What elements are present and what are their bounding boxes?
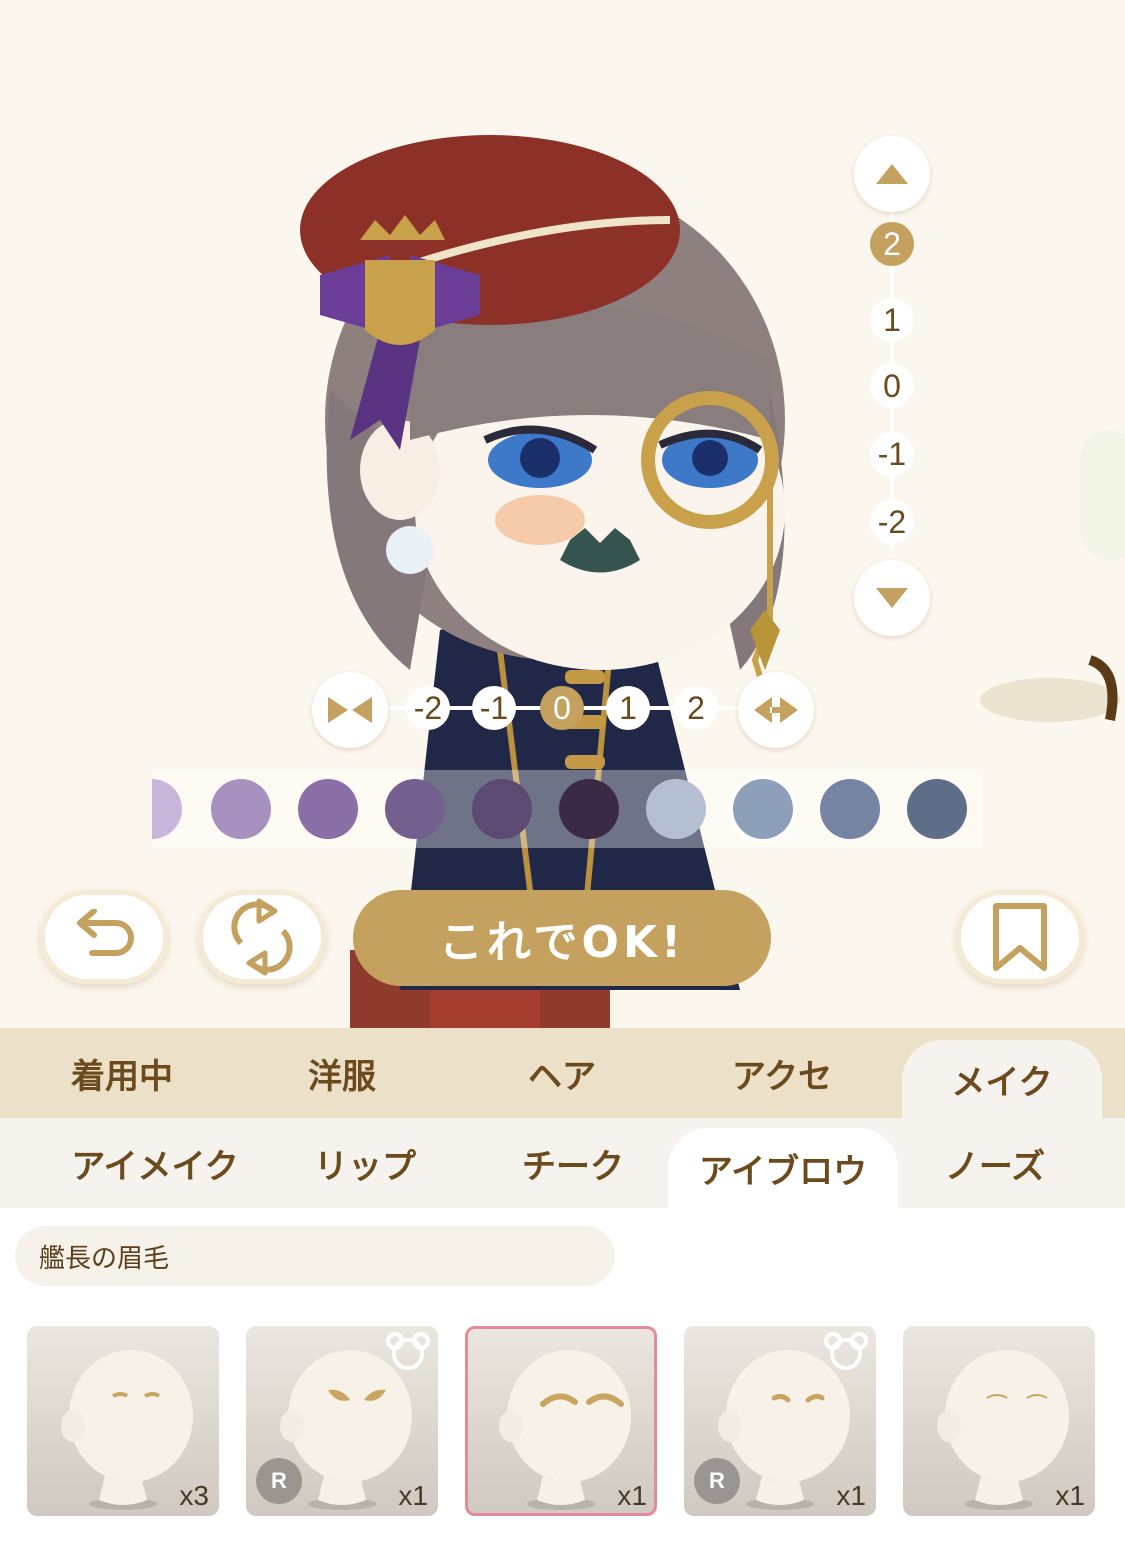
color-swatch[interactable]: [559, 779, 619, 839]
color-swatch[interactable]: [820, 779, 880, 839]
undo-icon: [77, 909, 134, 956]
vertical-tick[interactable]: 2: [870, 222, 914, 266]
subtab-eye-makeup[interactable]: アイメイク: [40, 1118, 270, 1208]
horizontal-tick[interactable]: 2: [674, 686, 718, 730]
subtab-lip[interactable]: リップ: [250, 1118, 480, 1208]
color-swatch[interactable]: [152, 779, 182, 839]
color-swatch[interactable]: [385, 779, 445, 839]
item-list-area: 艦長の眉毛 x3 Rx1 x1 Rx1 x1: [0, 1208, 1125, 1541]
background-ornament-decoration: [980, 655, 1120, 722]
reset-button[interactable]: [198, 890, 326, 984]
subtab-eyebrow[interactable]: アイブロウ: [668, 1128, 898, 1208]
tab-clothes[interactable]: 洋服: [232, 1028, 452, 1118]
horizontal-tick[interactable]: -1: [472, 686, 516, 730]
tab-accessories[interactable]: アクセ: [672, 1028, 892, 1118]
horizontal-tick[interactable]: 1: [606, 686, 650, 730]
color-swatch[interactable]: [211, 779, 271, 839]
color-swatch[interactable]: [646, 779, 706, 839]
subtab-nose[interactable]: ノーズ: [880, 1118, 1110, 1208]
tab-wearing[interactable]: 着用中: [12, 1028, 232, 1118]
eyebrow-item-card[interactable]: Rx1: [684, 1326, 876, 1516]
horizontal-tick[interactable]: 0: [540, 686, 584, 730]
item-count: x1: [836, 1480, 866, 1511]
item-count: x1: [1055, 1480, 1085, 1511]
tab-hair[interactable]: ヘア: [452, 1028, 672, 1118]
main-category-tabs: 着用中 洋服 ヘア アクセ メイク: [0, 1028, 1125, 1118]
horizontal-tick[interactable]: -2: [406, 686, 450, 730]
arrow-down-icon: [876, 588, 908, 608]
background-plant-decoration: [1080, 430, 1125, 560]
color-swatch[interactable]: [298, 779, 358, 839]
vertical-tick[interactable]: 0: [870, 364, 914, 408]
narrow-spacing-button[interactable]: [312, 672, 388, 748]
subtab-cheek[interactable]: チーク: [458, 1118, 688, 1208]
bear-ears-icon: [824, 1332, 868, 1370]
vertical-tick[interactable]: 1: [870, 298, 914, 342]
narrow-arrows-icon: [328, 697, 372, 723]
undo-button[interactable]: [40, 890, 168, 984]
avatar-character: [300, 135, 785, 1028]
widen-arrows-icon: [754, 697, 798, 723]
color-swatch[interactable]: [907, 779, 967, 839]
move-up-button[interactable]: [854, 136, 930, 212]
widen-spacing-button[interactable]: [738, 672, 814, 748]
arrow-up-icon: [876, 164, 908, 184]
vertical-tick[interactable]: -2: [870, 500, 914, 544]
rarity-badge: R: [694, 1458, 740, 1504]
tab-makeup[interactable]: メイク: [902, 1040, 1102, 1118]
bear-ears-icon: [386, 1332, 430, 1370]
move-down-button[interactable]: [854, 560, 930, 636]
avatar-stage: 2 1 0 -1 -2 -2 -1 0 1 2 これでOK!: [0, 0, 1125, 1028]
color-swatch[interactable]: [733, 779, 793, 839]
makeup-subcategory-tabs: アイメイク リップ チーク アイブロウ ノーズ: [0, 1118, 1125, 1208]
item-count: x1: [617, 1480, 647, 1511]
color-swatch[interactable]: [472, 779, 532, 839]
eyebrow-item-card[interactable]: x1: [903, 1326, 1095, 1516]
item-count: x1: [398, 1480, 428, 1511]
rarity-badge: R: [256, 1458, 302, 1504]
item-count: x3: [179, 1480, 209, 1511]
eyebrow-item-card[interactable]: x1: [465, 1326, 657, 1516]
bookmark-icon: [993, 903, 1047, 971]
selected-item-name: 艦長の眉毛: [15, 1226, 615, 1286]
confirm-ok-button[interactable]: これでOK!: [353, 890, 771, 986]
bookmark-button[interactable]: [956, 890, 1084, 984]
vertical-tick[interactable]: -1: [870, 432, 914, 476]
eyebrow-item-card[interactable]: Rx1: [246, 1326, 438, 1516]
eyebrow-item-card[interactable]: x3: [27, 1326, 219, 1516]
refresh-icon: [231, 898, 293, 976]
